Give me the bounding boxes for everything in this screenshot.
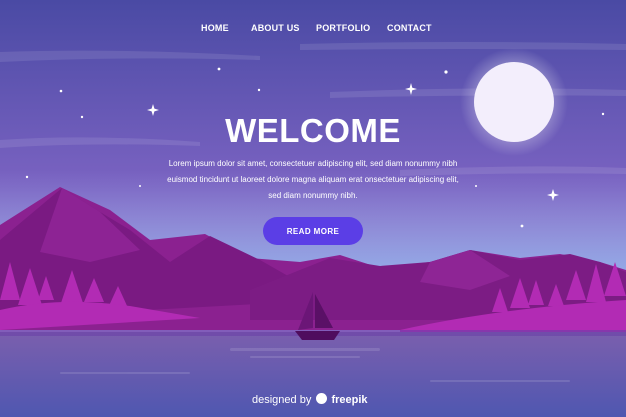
- credit-prefix: designed by: [252, 394, 312, 406]
- hero-description-line: sed diam nonummy nibh.: [268, 191, 358, 200]
- star-icon: [520, 224, 524, 228]
- nav-contact-link[interactable]: CONTACT: [387, 23, 432, 33]
- landing-page: HOME ABOUT US PORTFOLIO CONTACT WELCOME …: [0, 0, 626, 417]
- star-icon: [139, 185, 141, 187]
- hero-description-line: euismod tincidunt ut laoreet dolore magn…: [167, 175, 459, 184]
- star-icon: [217, 67, 221, 71]
- hero-description: Lorem ipsum dolor sit amet, consectetuer…: [148, 156, 478, 204]
- nav-home-link[interactable]: HOME: [201, 23, 229, 33]
- nav-about-link[interactable]: ABOUT US: [251, 23, 300, 33]
- freepik-logo-icon: [316, 393, 328, 404]
- nav-portfolio-link[interactable]: PORTFOLIO: [316, 23, 370, 33]
- hero-description-line: Lorem ipsum dolor sit amet, consectetuer…: [168, 159, 458, 168]
- star-icon: [444, 70, 448, 74]
- hero-title: WELCOME: [225, 112, 401, 149]
- star-icon: [257, 88, 261, 92]
- credit-brand[interactable]: freepik: [331, 394, 367, 406]
- designer-credit: designed by freepik: [252, 393, 368, 406]
- star-icon: [59, 89, 63, 93]
- read-more-button[interactable]: READ MORE: [263, 217, 363, 245]
- star-icon: [25, 175, 29, 179]
- main-nav: HOME ABOUT US PORTFOLIO CONTACT: [0, 23, 626, 37]
- background-scene: [0, 0, 626, 417]
